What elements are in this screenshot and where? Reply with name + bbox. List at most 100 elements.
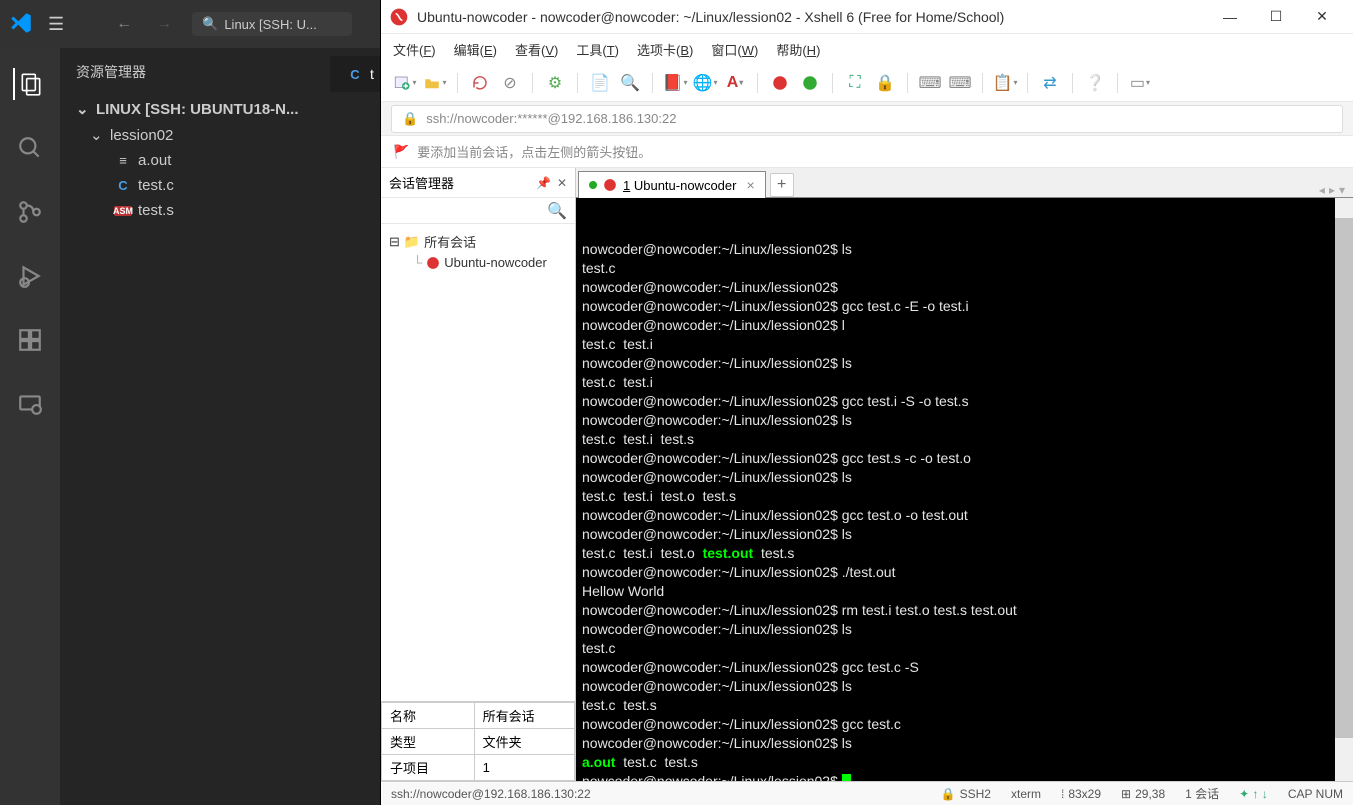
keyboard-icon[interactable]: ⌨ [918,71,942,95]
reconnect-icon[interactable] [468,71,492,95]
explorer-panel: 资源管理器 ··· ⌄ LINUX [SSH: UBUNTU18-N... ⌄ … [60,48,380,805]
add-tab-button[interactable]: + [770,173,794,197]
status-proto: 🔒 SSH2 [941,787,991,801]
new-session-icon[interactable]: ▾ [393,71,417,95]
script-icon[interactable]: 📋▾ [993,71,1017,95]
file-row[interactable]: Ctest.c [60,173,380,198]
menu-item[interactable]: 工具(T) [576,40,619,59]
activity-bar [0,48,60,805]
scroll-thumb[interactable] [1335,218,1353,738]
nav-forward-icon[interactable]: → [156,15,172,33]
file-tree: ⌄ LINUX [SSH: UBUNTU18-N... ⌄ lession02 … [60,96,380,223]
session-tree: ⊟ 📁 所有会话 └ Ubuntu-nowcoder [381,224,575,701]
tab-prev-icon[interactable]: ◂ [1319,183,1325,197]
folder-name: lession02 [110,127,173,144]
terminal-tab[interactable]: 1 Ubuntu-nowcoder × [578,171,766,198]
session-mgr-title: 会话管理器 [389,173,454,192]
menu-item[interactable]: 选项卡(B) [637,40,693,59]
prop-value: 1 [474,755,574,781]
c-file-icon: C [114,178,132,193]
xshell-window: Ubuntu-nowcoder - nowcoder@nowcoder: ~/L… [380,0,1353,805]
terminal-output[interactable]: nowcoder@nowcoder:~/Linux/lession02$ ls … [576,198,1353,781]
session-search[interactable]: 🔍 [381,198,575,224]
session-item-label: Ubuntu-nowcoder [444,255,547,270]
address-bar: 🔒 ssh://nowcoder:******@192.168.186.130:… [381,102,1353,136]
tab-menu-icon[interactable]: ▾ [1339,183,1345,197]
minimize-button[interactable]: — [1207,1,1253,33]
xagent-icon[interactable] [768,71,792,95]
terminal-tabs: 1 Ubuntu-nowcoder × + ◂ ▸ ▾ [576,168,1353,198]
lock-icon: 🔒 [402,111,418,127]
help-icon[interactable]: ❔ [1083,71,1107,95]
keyboard2-icon[interactable]: ⌨ [948,71,972,95]
folder-icon: 📁 [404,234,420,250]
prop-value: 所有会话 [474,703,574,729]
vscode-logo-icon [8,10,36,38]
collapse-icon: ⊟ [389,234,400,250]
session-properties: 名称所有会话类型文件夹子项目1 [381,701,575,781]
menu-item[interactable]: 帮助(H) [776,40,820,59]
xftp-icon[interactable] [798,71,822,95]
extensions-activity-icon[interactable] [14,324,46,356]
menu-item[interactable]: 窗口(W) [711,40,758,59]
menu-item[interactable]: 文件(F) [393,40,436,59]
tab-label: t [370,66,374,82]
debug-activity-icon[interactable] [14,260,46,292]
disconnect-icon[interactable]: ⊘ [498,71,522,95]
explorer-activity-icon[interactable] [13,68,45,100]
status-transfer-icon: ✦ ↑ ↓ [1239,787,1268,801]
maximize-button[interactable]: ☐ [1253,1,1299,33]
address-input[interactable]: 🔒 ssh://nowcoder:******@192.168.186.130:… [391,105,1343,133]
lock-icon[interactable]: 🔒 [873,71,897,95]
prop-value: 文件夹 [474,729,574,755]
address-text: ssh://nowcoder:******@192.168.186.130:22 [426,111,676,126]
vscode-search-box[interactable]: 🔍 Linux [SSH: U... [192,12,352,36]
search-icon: 🔍 [547,201,567,221]
explorer-title: 资源管理器 [76,62,146,82]
menu-item[interactable]: 查看(V) [515,40,558,59]
session-item[interactable]: └ Ubuntu-nowcoder [385,253,571,272]
properties-icon[interactable]: 📕▾ [663,71,687,95]
hint-text: 要添加当前会话，点击左侧的箭头按钮。 [417,142,651,161]
session-root[interactable]: ⊟ 📁 所有会话 [385,230,571,253]
session-root-label: 所有会话 [424,232,476,251]
project-name: LINUX [SSH: UBUNTU18-N... [96,101,299,118]
search-activity-icon[interactable] [14,132,46,164]
status-sessions: 1 会话 [1185,785,1219,802]
highlight-icon[interactable]: ▭▾ [1128,71,1152,95]
tab-label: 1 Ubuntu-nowcoder [623,178,736,193]
scm-activity-icon[interactable] [14,196,46,228]
hint-bar: 🚩 要添加当前会话，点击左侧的箭头按钮。 [381,136,1353,168]
file-name: test.s [138,202,174,219]
close-panel-icon[interactable]: ✕ [557,176,567,190]
copy-icon[interactable]: 📄 [588,71,612,95]
file-row[interactable]: ASMtest.s [60,198,380,223]
vscode-window: ☰ ← → 🔍 Linux [SSH: U... 资源管理器 ··· ⌄ [0,0,380,805]
fullscreen-icon[interactable]: ⛶ [843,71,867,95]
status-address: ssh://nowcoder@192.168.186.130:22 [391,787,921,801]
settings-icon[interactable]: ⚙ [543,71,567,95]
tab-close-icon[interactable]: × [746,177,754,193]
scrollbar[interactable] [1335,198,1353,781]
close-button[interactable]: ✕ [1299,1,1345,33]
chevron-down-icon: ⌄ [90,126,104,144]
tab-next-icon[interactable]: ▸ [1329,183,1335,197]
vscode-titlebar: ☰ ← → 🔍 Linux [SSH: U... [0,0,380,48]
search-icon: 🔍 [202,16,218,32]
nav-back-icon[interactable]: ← [116,15,132,33]
open-icon[interactable]: ▾ [423,71,447,95]
font-icon[interactable]: A▾ [723,71,747,95]
folder-row[interactable]: ⌄ lession02 [60,122,380,148]
c-file-icon: C [346,67,364,82]
hamburger-menu-icon[interactable]: ☰ [48,14,64,35]
globe-icon[interactable]: 🌐▾ [693,71,717,95]
transfer-icon[interactable]: ⇄ [1038,71,1062,95]
find-icon[interactable]: 🔍 [618,71,642,95]
file-row[interactable]: ≡a.out [60,148,380,173]
remote-activity-icon[interactable] [14,388,46,420]
prop-key: 类型 [382,729,475,755]
menu-item[interactable]: 编辑(E) [454,40,497,59]
status-bar: ssh://nowcoder@192.168.186.130:22 🔒 SSH2… [381,781,1353,805]
project-root[interactable]: ⌄ LINUX [SSH: UBUNTU18-N... [60,96,380,122]
pin-icon[interactable]: 📌 [536,176,551,190]
